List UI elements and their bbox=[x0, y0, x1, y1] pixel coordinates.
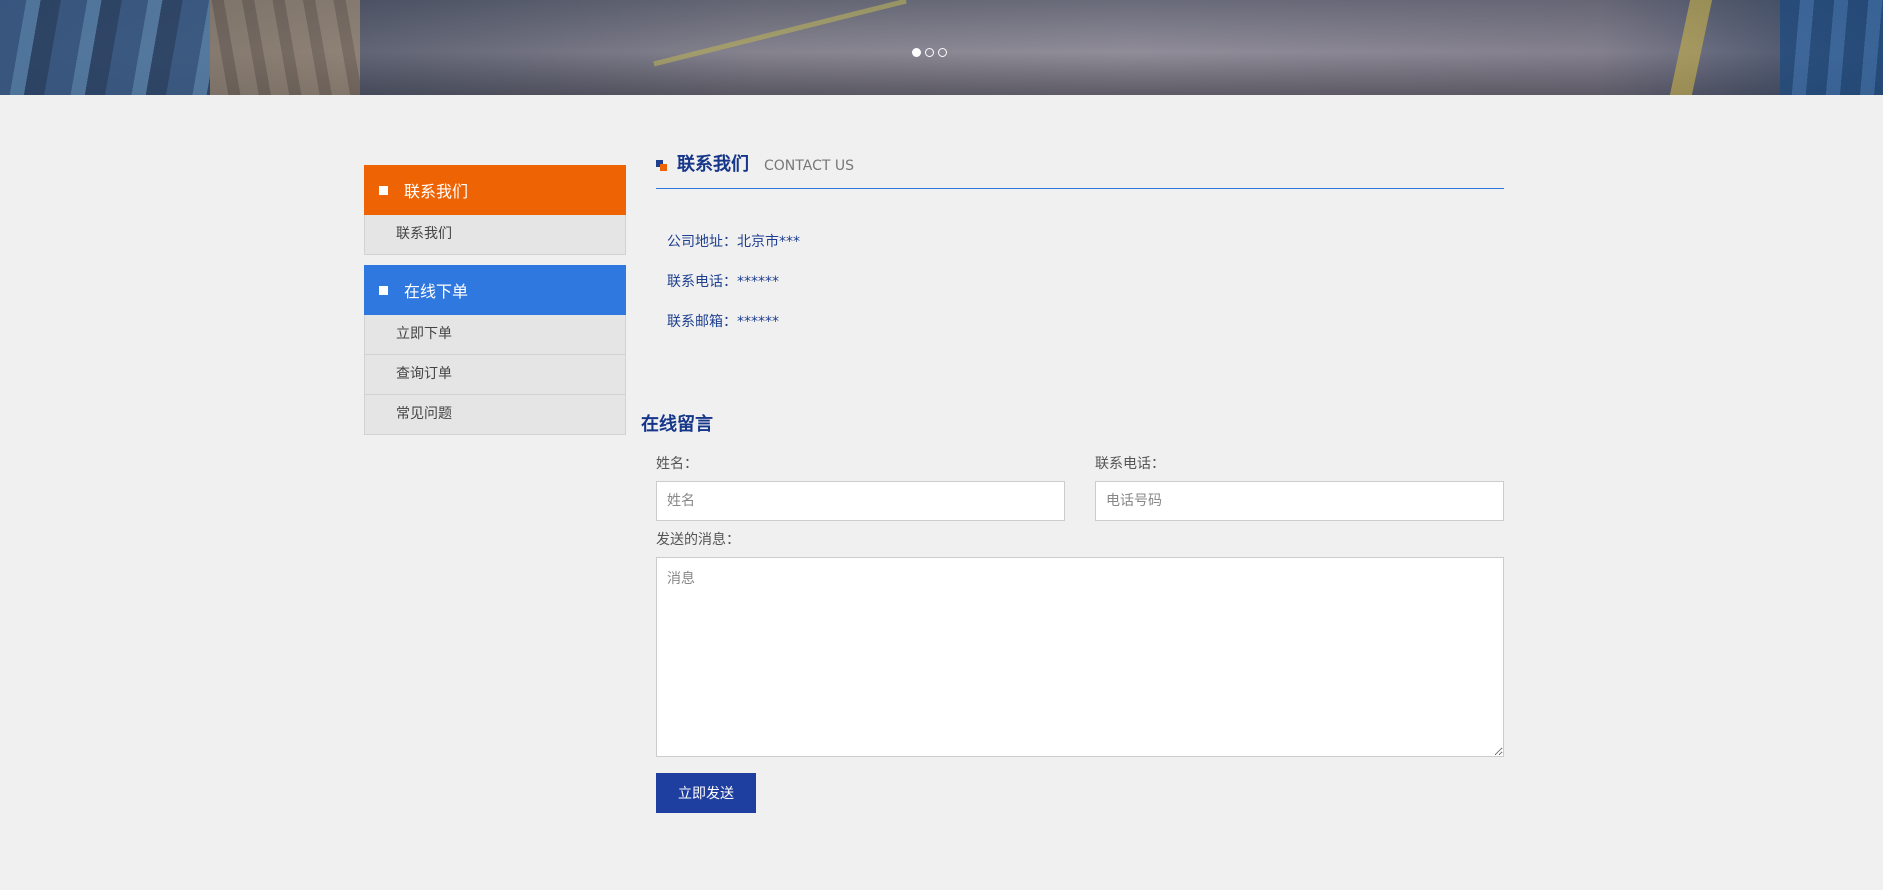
message-textarea[interactable] bbox=[656, 557, 1504, 757]
name-input[interactable] bbox=[656, 481, 1065, 521]
phone-input[interactable] bbox=[1095, 481, 1504, 521]
sidebar-group-contact: 联系我们 联系我们 bbox=[364, 165, 626, 255]
sidebar: 联系我们 联系我们 在线下单 立即下单 查询订单 常见问题 bbox=[364, 165, 626, 445]
carousel-dot-1[interactable] bbox=[912, 48, 921, 57]
banner-image-shelf bbox=[1780, 0, 1883, 95]
sidebar-item-contact-us[interactable]: 联系我们 bbox=[364, 215, 626, 255]
phone-label: 联系电话： bbox=[1095, 456, 1165, 472]
message-section-title: 在线留言 bbox=[641, 414, 713, 435]
contact-info: 公司地址：北京市*** 联系电话：****** 联系邮箱：****** bbox=[656, 232, 1504, 352]
section-title: 联系我们 CONTACT US bbox=[656, 150, 1504, 189]
sidebar-header-label: 在线下单 bbox=[404, 282, 469, 301]
sidebar-item-order-now[interactable]: 立即下单 bbox=[364, 315, 626, 355]
contact-section: 联系我们 CONTACT US 公司地址：北京市*** 联系电话：****** … bbox=[656, 150, 1504, 352]
banner-image-pallet bbox=[210, 0, 360, 95]
sidebar-header-label: 联系我们 bbox=[404, 182, 469, 201]
square-bullet-icon bbox=[379, 285, 388, 295]
message-form: 姓名： 联系电话： 发送的消息： 立即发送 bbox=[656, 455, 1504, 813]
carousel-dot-3[interactable] bbox=[938, 48, 947, 57]
page-title: 联系我们 bbox=[677, 154, 749, 175]
name-label: 姓名： bbox=[656, 456, 698, 472]
message-label: 发送的消息： bbox=[656, 532, 740, 548]
contact-phone: 联系电话：****** bbox=[667, 274, 779, 290]
banner-image-bags bbox=[0, 0, 210, 95]
banner-floor-line bbox=[653, 0, 907, 67]
submit-button[interactable]: 立即发送 bbox=[656, 773, 756, 813]
carousel-dots bbox=[912, 48, 947, 57]
banner-floor-stripe bbox=[1669, 0, 1713, 95]
sidebar-group-order: 在线下单 立即下单 查询订单 常见问题 bbox=[364, 265, 626, 435]
sidebar-header-contact[interactable]: 联系我们 bbox=[364, 165, 626, 215]
sidebar-header-order[interactable]: 在线下单 bbox=[364, 265, 626, 315]
title-squares-icon bbox=[656, 160, 667, 171]
sidebar-item-faq[interactable]: 常见问题 bbox=[364, 395, 626, 435]
square-bullet-icon bbox=[379, 185, 388, 195]
contact-email: 联系邮箱：****** bbox=[667, 314, 779, 330]
sidebar-item-query-order[interactable]: 查询订单 bbox=[364, 355, 626, 395]
carousel-dot-2[interactable] bbox=[925, 48, 934, 57]
contact-address: 公司地址：北京市*** bbox=[667, 234, 800, 250]
banner-carousel bbox=[0, 0, 1883, 95]
page-subtitle: CONTACT US bbox=[764, 158, 854, 174]
